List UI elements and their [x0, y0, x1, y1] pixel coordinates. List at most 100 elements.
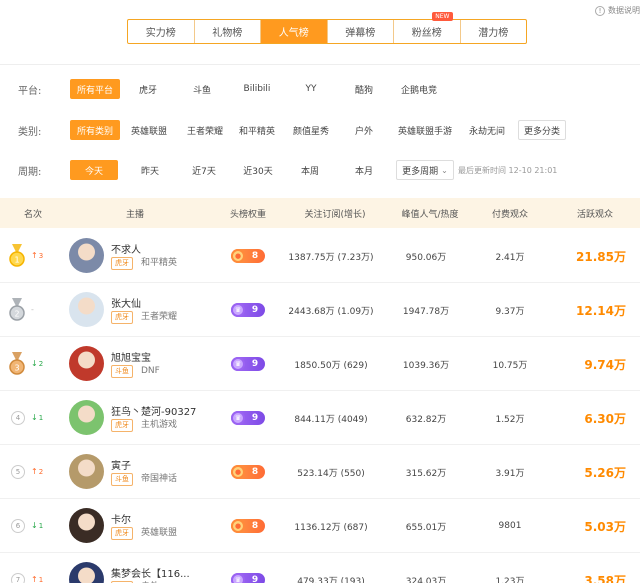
- platform-tag: 斗鱼: [111, 473, 133, 486]
- arrow-up-icon: ↑: [31, 467, 38, 476]
- weight-badge: ● 8: [231, 465, 265, 479]
- paid-viewers: 10.75万: [492, 360, 528, 371]
- fire-icon: ●: [231, 249, 245, 263]
- column-header[interactable]: 峰值人气/热度: [390, 207, 470, 220]
- table-row[interactable]: 5 ↑ 2 寅子 斗鱼 帝国神话 ● 8 523.14万 (550) 315.62万 3.91万 5.…: [0, 445, 640, 499]
- filter-option[interactable]: 永劫无间: [463, 120, 511, 140]
- column-header[interactable]: 头榜权重: [220, 207, 276, 220]
- filter-option[interactable]: Bilibili: [236, 79, 278, 99]
- filter-option[interactable]: 酷狗: [344, 79, 384, 99]
- peak-popularity: 315.62万: [405, 468, 447, 479]
- rank-number: 4: [11, 411, 25, 425]
- weight-level: 9: [251, 359, 259, 369]
- streamer-name[interactable]: 张大仙: [111, 295, 141, 310]
- rank-trend: ↓ 1: [31, 521, 43, 530]
- filter-option[interactable]: 今天: [70, 160, 118, 180]
- filter-option[interactable]: 本周: [290, 160, 330, 180]
- paid-viewers: 3.91万: [495, 468, 525, 479]
- avatar[interactable]: [69, 562, 104, 583]
- category-label: 和平精英: [141, 258, 178, 268]
- table-row[interactable]: 4 ↓ 1 狂鸟丶楚河-90327 虎牙 主机游戏 ♛ 9 844.11万 (4049) 632.…: [0, 391, 640, 445]
- filter-option[interactable]: 本月: [344, 160, 384, 180]
- filter-option[interactable]: 近7天: [182, 160, 226, 180]
- filter-option[interactable]: 所有类别: [70, 120, 120, 140]
- column-header[interactable]: 付费观众: [470, 207, 550, 220]
- tab-2[interactable]: 人气榜: [261, 20, 328, 43]
- streamer-name[interactable]: 卡尔: [111, 511, 131, 526]
- filter-option[interactable]: 企鹅电竞: [394, 79, 444, 99]
- weight-level: 9: [251, 575, 259, 583]
- arrow-down-icon: ↓: [31, 359, 38, 368]
- table-row[interactable]: 2- 张大仙 虎牙 王者荣耀 ♛ 9 2443.68万 (1.09万) 1947.78万 9.3…: [0, 283, 640, 337]
- column-header[interactable]: 活跃观众: [560, 207, 630, 220]
- filter-option[interactable]: 王者荣耀: [182, 120, 228, 140]
- new-badge: NEW: [432, 12, 453, 21]
- filter-option[interactable]: 近30天: [236, 160, 280, 180]
- svg-text:1: 1: [14, 256, 19, 265]
- period-filter: 周期: 今天 昨天 近7天 近30天 本周 本月 更多周期 ⌄ 最后更新时间 12-10 21:…: [0, 159, 640, 181]
- active-viewers: 21.85万: [576, 249, 626, 264]
- more-options-button[interactable]: 更多分类: [518, 120, 566, 140]
- more-options-button[interactable]: 更多周期 ⌄: [396, 160, 454, 180]
- tab-3[interactable]: 弹幕榜: [328, 20, 394, 43]
- category-label: 主机游戏: [141, 420, 178, 430]
- ranking-type-tabs: 实力榜 礼物榜 人气榜 弹幕榜 粉丝榜 NEW 潜力榜: [127, 12, 527, 44]
- streamer-name[interactable]: 集梦会长【116...: [111, 565, 190, 580]
- filter-option[interactable]: 英雄联盟手游: [393, 120, 457, 140]
- peak-popularity: 1039.36万: [402, 360, 450, 371]
- peak-popularity: 655.01万: [405, 522, 447, 533]
- table-row[interactable]: 1 ↑ 3 不求人 虎牙 和平精英 ● 8 1387.75万 (7.23万) 950.06万 2.4…: [0, 229, 640, 283]
- weight-badge: ● 8: [231, 519, 265, 533]
- column-header: 主播: [125, 209, 144, 220]
- active-viewers: 5.03万: [584, 519, 626, 534]
- filter-option[interactable]: 英雄联盟: [126, 120, 172, 140]
- avatar[interactable]: [69, 238, 104, 273]
- table-header: 名次 主播 头榜权重 关注订阅(增长) 峰值人气/热度 付费观众 活跃观众: [0, 198, 640, 228]
- table-row[interactable]: 7↑1集梦会长【116...虎牙户外♛9479.33万 (193)324.03万…: [0, 553, 640, 583]
- data-note[interactable]: ! 数据说明: [595, 5, 640, 16]
- streamer-name[interactable]: 狂鸟丶楚河-90327: [111, 403, 196, 418]
- arrow-down-icon: ↓: [31, 521, 38, 530]
- tab-4[interactable]: 粉丝榜 NEW: [394, 12, 461, 43]
- trend-number: 2: [38, 359, 44, 368]
- filter-option[interactable]: 和平精英: [234, 120, 280, 140]
- weight-level: 8: [251, 467, 259, 477]
- info-icon: !: [595, 5, 605, 16]
- rank-trend: ↓ 1: [31, 413, 43, 422]
- filter-option[interactable]: 所有平台: [70, 79, 120, 99]
- filter-option[interactable]: YY: [292, 79, 330, 99]
- avatar[interactable]: [69, 400, 104, 435]
- table-row[interactable]: 6 ↓ 1 卡尔 虎牙 英雄联盟 ● 8 1136.12万 (687) 655.01万 9801 5.…: [0, 499, 640, 553]
- bronze-medal-icon: 3: [9, 352, 25, 376]
- table-row[interactable]: 3 ↓ 2 旭旭宝宝 斗鱼 DNF ♛ 9 1850.50万 (629) 1039.36万 10.7…: [0, 337, 640, 391]
- weight-level: 9: [251, 413, 259, 423]
- streamer-name[interactable]: 不求人: [111, 241, 141, 256]
- avatar[interactable]: [69, 454, 104, 489]
- filter-option[interactable]: 虎牙: [128, 79, 168, 99]
- tab-1[interactable]: 礼物榜: [195, 20, 261, 43]
- trend-number: 1: [38, 575, 44, 583]
- avatar[interactable]: [69, 508, 104, 543]
- streamer-name[interactable]: 旭旭宝宝: [111, 349, 151, 364]
- avatar[interactable]: [69, 346, 104, 381]
- rank-number: 7: [11, 573, 25, 583]
- data-note-label: 数据说明: [608, 6, 640, 15]
- platform-tag: 虎牙: [111, 311, 133, 324]
- active-viewers: 6.30万: [584, 411, 626, 426]
- filter-option[interactable]: 颜值星秀: [288, 120, 334, 140]
- filter-option[interactable]: 昨天: [128, 160, 172, 180]
- peak-popularity: 632.82万: [405, 414, 447, 425]
- filter-option[interactable]: 户外: [344, 120, 384, 140]
- active-viewers: 5.26万: [584, 465, 626, 480]
- active-viewers: 3.58万: [584, 573, 626, 583]
- filter-option[interactable]: 斗鱼: [182, 79, 222, 99]
- peak-popularity: 950.06万: [405, 252, 447, 263]
- streamer-name[interactable]: 寅子: [111, 457, 131, 472]
- tab-5[interactable]: 潜力榜: [461, 20, 527, 43]
- platform-tag: 虎牙: [111, 527, 133, 540]
- column-header[interactable]: 关注订阅(增长): [280, 207, 390, 220]
- tab-0[interactable]: 实力榜: [128, 20, 195, 43]
- paid-viewers: 1.52万: [495, 414, 525, 425]
- weight-badge: ♛ 9: [231, 573, 265, 583]
- avatar[interactable]: [69, 292, 104, 327]
